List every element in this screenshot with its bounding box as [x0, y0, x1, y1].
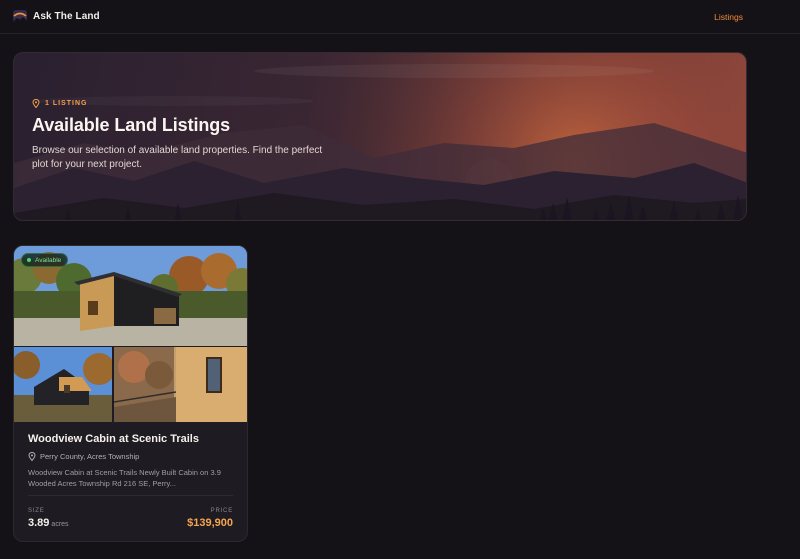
listing-location: Perry County, Acres Township	[28, 452, 233, 461]
size-label: SIZE	[28, 508, 45, 514]
page-title: Available Land Listings	[32, 115, 231, 135]
mountain-sunset-icon	[13, 10, 27, 23]
size-value: 3.89	[28, 517, 50, 529]
listing-photo-interior[interactable]	[114, 347, 247, 422]
status-dot	[27, 258, 31, 262]
price-value: $139,900	[187, 517, 233, 529]
map-pin-icon	[32, 99, 40, 108]
size-value-row: 3.89 acres	[28, 517, 69, 529]
status-badge-label: Available	[35, 256, 62, 264]
brand[interactable]: Ask The Land	[13, 10, 100, 23]
listing-card[interactable]: Available Woodview Cabin at Scenic Trail…	[13, 245, 248, 542]
listing-location-text: Perry County, Acres Township	[40, 452, 140, 461]
listing-count-badge: 1 LISTING	[32, 99, 332, 108]
divider	[28, 495, 233, 496]
listing-photo-gallery[interactable]: Available	[14, 246, 247, 422]
top-navigation-bar: Ask The Land Listings	[0, 0, 800, 34]
brand-name: Ask The Land	[33, 11, 100, 22]
listing-title[interactable]: Woodview Cabin at Scenic Trails	[28, 433, 233, 445]
hero-banner: 1 LISTING Available Land Listings Browse…	[13, 52, 747, 221]
map-pin-icon	[28, 452, 36, 461]
listing-card-body: Woodview Cabin at Scenic Trails Perry Co…	[14, 422, 247, 529]
price-stat: PRICE $139,900	[187, 508, 233, 529]
size-stat: SIZE 3.89 acres	[28, 508, 69, 529]
page-subtitle: Browse our selection of available land p…	[32, 145, 323, 170]
price-label: PRICE	[210, 508, 233, 514]
listing-photo-secondary[interactable]	[14, 347, 112, 422]
listing-photo-main[interactable]: Available	[14, 246, 247, 346]
nav-listings-link[interactable]: Listings	[714, 12, 743, 22]
listing-description: Woodview Cabin at Scenic Trails Newly Bu…	[28, 468, 221, 488]
size-unit: acres	[51, 521, 69, 528]
listing-count-text: 1 LISTING	[45, 100, 88, 107]
status-badge: Available	[21, 253, 69, 267]
hero-content: 1 LISTING Available Land Listings Browse…	[32, 99, 332, 172]
listing-stats: SIZE 3.89 acres PRICE $139,900	[28, 508, 233, 529]
